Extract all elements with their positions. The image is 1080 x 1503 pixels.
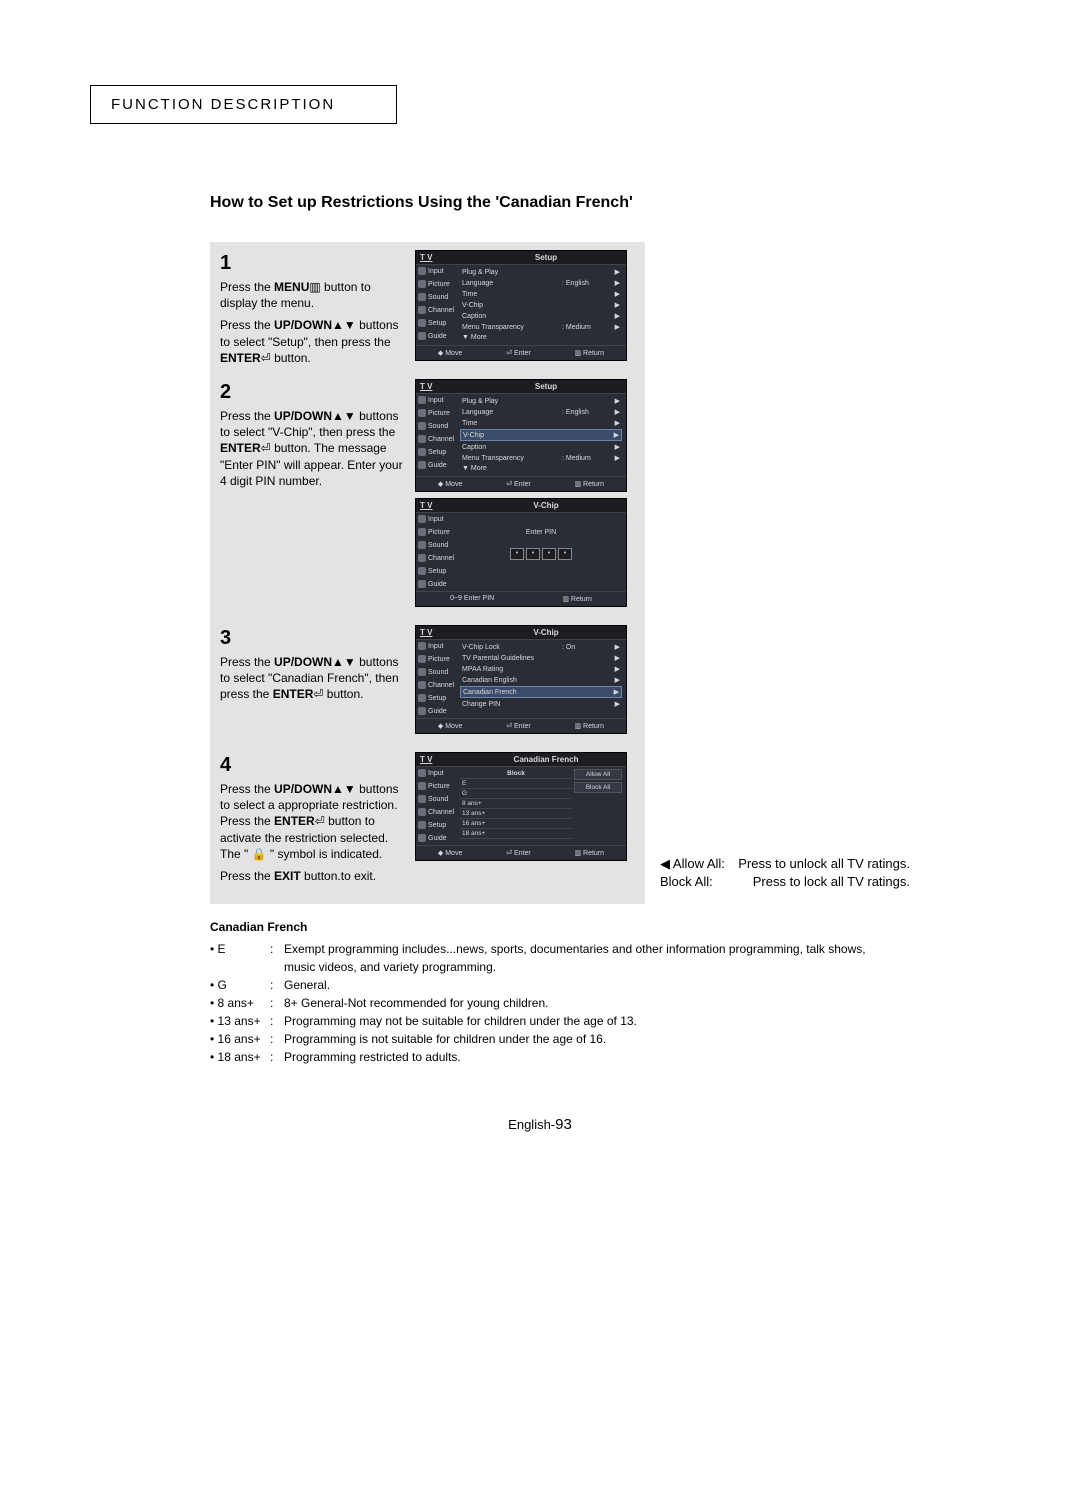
glyph-menu: ▥ [309, 280, 320, 294]
page-number-value: 93 [555, 1116, 572, 1133]
step-text: 1Press the MENU▥ button to display the m… [220, 250, 405, 367]
step-text: 4Press the UP/DOWN▲▼ buttons to select a… [220, 752, 405, 884]
definition-row: • 16 ans+:Programming is not suitable fo… [210, 1030, 890, 1048]
step-row: 3Press the UP/DOWN▲▼ buttons to select "… [220, 625, 635, 740]
glyph-enter: ⏎ [315, 814, 325, 828]
step-number: 4 [220, 752, 405, 779]
tv-screenshot: T VCanadian FrenchInputPictureSoundChann… [415, 752, 627, 861]
glyph-enter: ⏎ [261, 351, 271, 365]
definition-row: • 13 ans+:Programming may not be suitabl… [210, 1012, 890, 1030]
glyph-updown: ▲▼ [332, 318, 356, 332]
step-row: 2Press the UP/DOWN▲▼ buttons to select "… [220, 379, 635, 613]
glyph-enter: ⏎ [313, 687, 323, 701]
glyph-updown: ▲▼ [332, 655, 356, 669]
glyph-enter: ⏎ [261, 441, 271, 455]
step-text: 3Press the UP/DOWN▲▼ buttons to select "… [220, 625, 405, 740]
step-screenshots: T VCanadian FrenchInputPictureSoundChann… [415, 752, 635, 884]
definition-row: • 8 ans+:8+ General-Not recommended for … [210, 994, 890, 1012]
page-label: English- [508, 1117, 555, 1132]
definition-row: • E:Exempt programming includes...news, … [210, 940, 890, 976]
page-title: How to Set up Restrictions Using the 'Ca… [210, 194, 990, 212]
glyph-updown: ▲▼ [332, 782, 356, 796]
definitions-title: Canadian French [210, 918, 890, 936]
definition-row: • G:General. [210, 976, 890, 994]
section-header: FUNCTION DESCRIPTION [90, 85, 397, 124]
left-arrow-icon: ◀ [660, 856, 670, 871]
tv-screenshot: T VSetupInputPictureSoundChannelSetupGui… [415, 379, 627, 492]
step-number: 2 [220, 379, 405, 406]
step-row: 1Press the MENU▥ button to display the m… [220, 250, 635, 367]
step-screenshots: T VSetupInputPictureSoundChannelSetupGui… [415, 379, 635, 613]
definitions-block: Canadian French • E:Exempt programming i… [210, 918, 890, 1066]
steps-panel: 1Press the MENU▥ button to display the m… [210, 242, 645, 904]
step-number: 1 [220, 250, 405, 277]
glyph-lock: 🔒 [252, 847, 267, 861]
definition-row: • 18 ans+:Programming restricted to adul… [210, 1048, 890, 1066]
aside-notes: ◀ Allow All: Press to unlock all TV rati… [660, 855, 910, 890]
step-text: 2Press the UP/DOWN▲▼ buttons to select "… [220, 379, 405, 613]
step-row: 4Press the UP/DOWN▲▼ buttons to select a… [220, 752, 635, 884]
tv-screenshot: T VSetupInputPictureSoundChannelSetupGui… [415, 250, 627, 361]
tv-screenshot: T VV-ChipInputPictureSoundChannelSetupGu… [415, 498, 627, 607]
aside-row: ◀ Allow All: Press to unlock all TV rati… [660, 855, 910, 873]
step-screenshots: T VSetupInputPictureSoundChannelSetupGui… [415, 250, 635, 367]
tv-screenshot: T VV-ChipInputPictureSoundChannelSetupGu… [415, 625, 627, 734]
page-number: English-93 [90, 1116, 990, 1133]
aside-row: Block All: Press to lock all TV ratings. [660, 873, 910, 891]
step-number: 3 [220, 625, 405, 652]
glyph-updown: ▲▼ [332, 409, 356, 423]
step-screenshots: T VV-ChipInputPictureSoundChannelSetupGu… [415, 625, 635, 740]
